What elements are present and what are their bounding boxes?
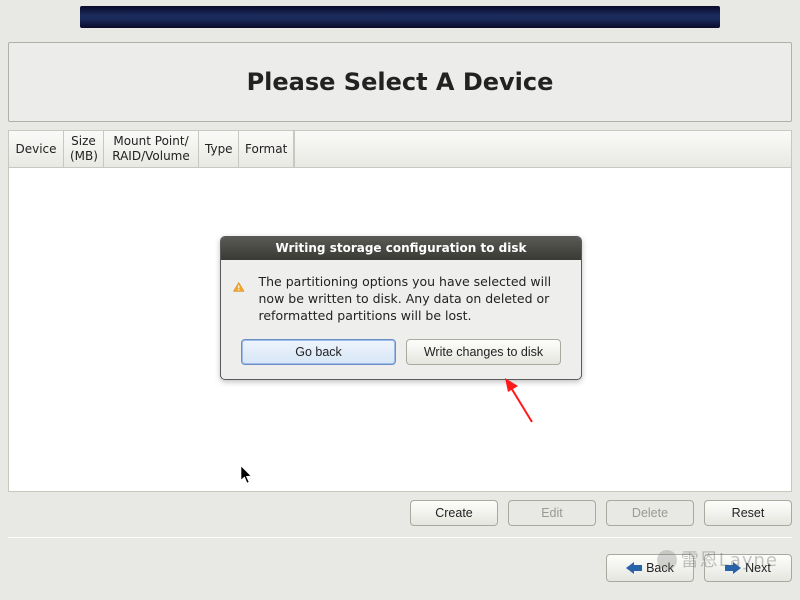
col-size-label: Size (MB) (70, 134, 97, 164)
col-format-label: Format (245, 142, 287, 157)
divider (8, 537, 792, 538)
nav-row: Back Next (606, 554, 792, 582)
col-type[interactable]: Type (199, 131, 239, 167)
reset-button[interactable]: Reset (704, 500, 792, 526)
header-banner (80, 6, 720, 28)
edit-button: Edit (508, 500, 596, 526)
action-row: Create Edit Delete Reset (8, 500, 792, 526)
delete-button: Delete (606, 500, 694, 526)
create-button[interactable]: Create (410, 500, 498, 526)
arrow-left-icon (626, 562, 642, 574)
col-format[interactable]: Format (239, 131, 294, 167)
back-label: Back (646, 561, 674, 575)
arrow-right-icon (725, 562, 741, 574)
write-changes-button[interactable]: Write changes to disk (406, 339, 561, 365)
go-back-button[interactable]: Go back (241, 339, 396, 365)
confirm-dialog: Writing storage configuration to disk Th… (220, 236, 582, 380)
next-button[interactable]: Next (704, 554, 792, 582)
dialog-title: Writing storage configuration to disk (221, 237, 581, 260)
warning-icon (233, 274, 245, 300)
col-mount-label: Mount Point/ RAID/Volume (110, 134, 192, 164)
dialog-message: The partitioning options you have select… (259, 274, 568, 325)
title-panel: Please Select A Device (8, 42, 792, 122)
back-button[interactable]: Back (606, 554, 694, 582)
col-spacer (294, 131, 791, 167)
col-size[interactable]: Size (MB) (64, 131, 104, 167)
page-title: Please Select A Device (247, 68, 554, 96)
next-label: Next (745, 561, 771, 575)
col-mount[interactable]: Mount Point/ RAID/Volume (104, 131, 199, 167)
col-type-label: Type (205, 142, 232, 157)
partition-table-header: Device Size (MB) Mount Point/ RAID/Volum… (8, 130, 792, 168)
col-device-label: Device (15, 142, 57, 157)
col-device[interactable]: Device (9, 131, 64, 167)
